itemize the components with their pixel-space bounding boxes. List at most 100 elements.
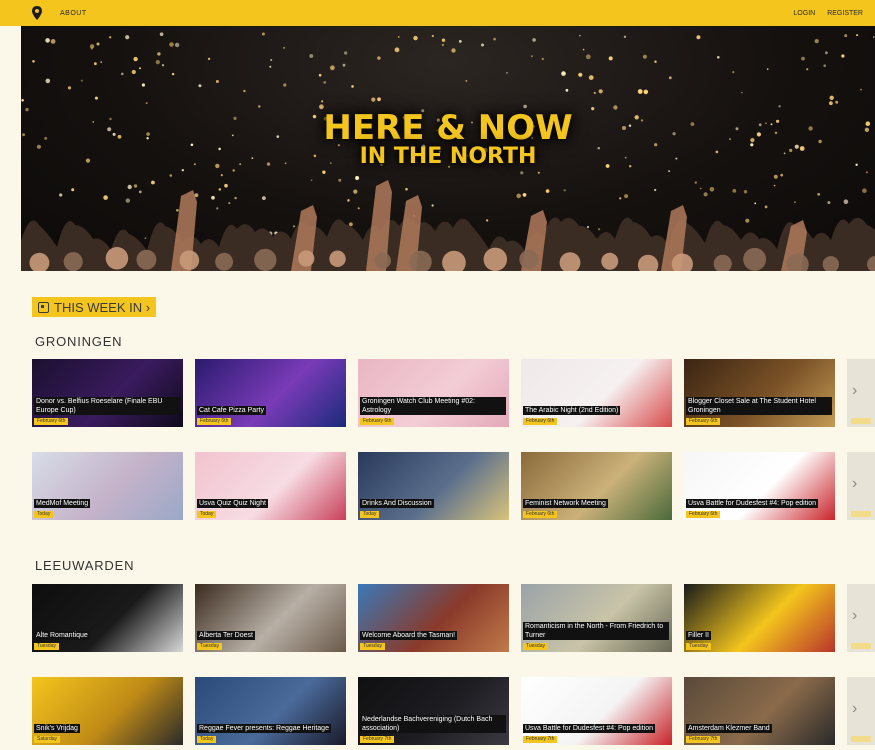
crowd-light	[171, 72, 175, 76]
crowd-light	[856, 34, 859, 37]
event-card[interactable]: Snik's Vrijdag Saturday	[32, 677, 183, 745]
city-heading-leeuwarden: LEEUWARDEN	[35, 558, 135, 573]
nav-login-link[interactable]: LOGIN	[793, 10, 815, 17]
crowd-light	[841, 54, 845, 58]
event-date-badge: Today	[34, 511, 54, 518]
event-card[interactable]: Amsterdam Klezmer Band February 7th	[684, 677, 835, 745]
carousel-next-button[interactable]: ›	[847, 452, 875, 520]
crowd-light	[642, 54, 647, 59]
crowd-face	[179, 250, 200, 270]
event-card[interactable]: Feminist Network Meeting February 6th	[521, 452, 672, 520]
crowd-light	[743, 190, 748, 194]
crowd-light	[485, 219, 489, 222]
event-card[interactable]: Groningen Watch Club Meeting #02: Astrol…	[358, 359, 509, 427]
event-card[interactable]: Welcome Aboard the Tasman! Tuesday	[358, 584, 509, 652]
crowd-light	[45, 38, 50, 43]
event-date-badge: February 7th	[360, 736, 395, 743]
event-card[interactable]: Usva Quiz Quiz Night Today	[195, 452, 346, 520]
crowd-light	[431, 204, 434, 207]
event-card[interactable]: Blogger Closet Sale at The Student Hotel…	[684, 359, 835, 427]
nav-auth-links: LOGIN REGISTER	[793, 10, 863, 17]
carousel-next-button[interactable]: ›	[847, 359, 875, 427]
event-title: Romanticism in the North - From Friedric…	[523, 622, 669, 640]
event-title: Nederlandse Bachvereniging (Dutch Bach a…	[360, 715, 506, 733]
crowd-light	[309, 54, 314, 58]
event-card[interactable]: Nederlandse Bachvereniging (Dutch Bach a…	[358, 677, 509, 745]
crowd-light	[814, 39, 819, 44]
event-card[interactable]: Romanticism in the North - From Friedric…	[521, 584, 672, 652]
crowd-light	[741, 91, 743, 94]
event-image	[684, 677, 835, 745]
crowd-light	[133, 56, 138, 62]
crowd-light	[582, 48, 585, 51]
event-card[interactable]: Usva Battle for Dudesfest #4: Pop editio…	[521, 677, 672, 745]
event-card[interactable]: MedMof Meeting Today	[32, 452, 183, 520]
event-card[interactable]: The Arabic Night (2nd Edition) February 6…	[521, 359, 672, 427]
carousel-next-button[interactable]: ›	[847, 677, 875, 745]
event-image	[521, 359, 672, 427]
crowd-light	[694, 181, 697, 184]
crowd-light	[773, 184, 776, 187]
crowd-light	[520, 171, 524, 175]
location-pin-icon[interactable]	[28, 4, 46, 22]
crowd-light	[258, 105, 261, 108]
crowd-light	[21, 99, 24, 102]
crowd-light	[608, 56, 613, 61]
crowd-light	[121, 72, 124, 76]
crowd-face	[601, 252, 619, 270]
crowd-light	[593, 91, 596, 95]
crowd-light	[322, 170, 326, 174]
crowd-light	[441, 43, 445, 47]
event-card[interactable]: Reggae Fever presents: Reggae Heritage To…	[195, 677, 346, 745]
crowd-light	[623, 35, 627, 38]
event-card[interactable]: Donor vs. Belfius Roeselare (Finale EBU …	[32, 359, 183, 427]
crowd-light	[531, 55, 533, 58]
nav-about-link[interactable]: ABOUT	[60, 10, 87, 17]
event-card[interactable]: Cat Cafe Pizza Party February 6th	[195, 359, 346, 427]
event-card[interactable]: Alberta Ter Doest Tuesday	[195, 584, 346, 652]
crowd-light	[243, 89, 246, 93]
crowd-light	[100, 61, 102, 63]
event-title: Donor vs. Belfius Roeselare (Finale EBU …	[34, 397, 180, 415]
crowd-light	[545, 189, 550, 193]
event-card[interactable]: Filler II Tuesday	[684, 584, 835, 652]
crowd-light	[94, 96, 98, 100]
event-date-badge: Today	[197, 736, 217, 743]
calendar-icon	[38, 301, 49, 313]
crowd-light	[860, 88, 862, 91]
crowd-light	[283, 83, 287, 87]
crowd-light	[371, 97, 376, 102]
crowd-light	[578, 72, 583, 77]
crowd-light	[773, 174, 778, 179]
crowd-light	[215, 80, 219, 83]
crowd-light	[754, 202, 757, 205]
crowd-light	[794, 201, 796, 204]
carousel-next-button[interactable]: ›	[847, 584, 875, 652]
crowd-face	[743, 247, 767, 271]
crowd-light	[481, 43, 484, 47]
event-date-badge: Today	[360, 511, 380, 518]
event-row: Alte Romantique Tuesday Alberta Ter Doest T…	[32, 584, 875, 652]
crowd-face	[254, 248, 277, 271]
crowd-light	[561, 71, 566, 76]
event-date-badge: Tuesday	[34, 643, 59, 650]
crowd-light	[817, 192, 821, 196]
crowd-light	[493, 37, 496, 41]
crowd-light	[269, 65, 272, 68]
event-card[interactable]: Drinks And Discussion Today	[358, 452, 509, 520]
event-image	[684, 359, 835, 427]
this-week-in-button[interactable]: THIS WEEK IN ›	[32, 297, 157, 317]
this-week-label: THIS WEEK IN ›	[54, 299, 151, 315]
crowd-light	[413, 35, 418, 41]
crowd-light	[377, 97, 381, 102]
crowd-light	[161, 64, 165, 67]
crowd-light	[234, 196, 237, 200]
crowd-light	[232, 169, 235, 172]
event-card[interactable]: Alte Romantique Tuesday	[32, 584, 183, 652]
crowd-light	[619, 197, 622, 200]
event-card[interactable]: Usva Battle for Dudesfest #4: Pop editio…	[684, 452, 835, 520]
crowd-light	[717, 56, 720, 59]
crowd-light	[50, 39, 56, 44]
crowd-light	[125, 35, 130, 40]
nav-register-link[interactable]: REGISTER	[827, 10, 863, 17]
